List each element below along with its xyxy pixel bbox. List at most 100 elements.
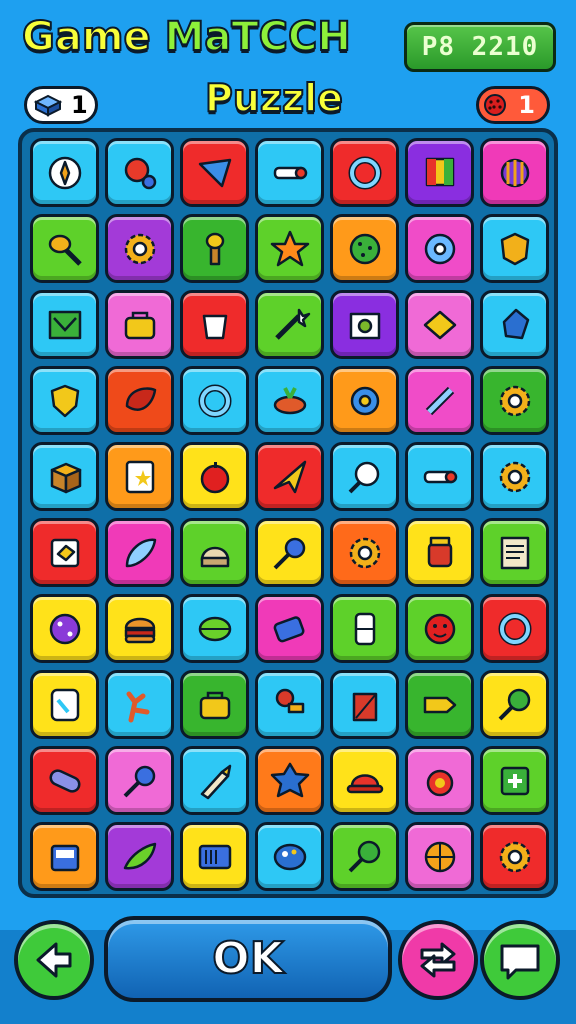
tile-cube[interactable]: [30, 442, 99, 511]
tile-tag[interactable]: [255, 594, 324, 663]
title-word-game: Game: [21, 13, 152, 61]
tile-racket[interactable]: [480, 670, 549, 739]
tile-cup[interactable]: [180, 290, 249, 359]
tile-jar[interactable]: [405, 518, 474, 587]
plus-icon: [500, 766, 529, 795]
tag-icon: [273, 615, 304, 642]
tile-apple[interactable]: [180, 442, 249, 511]
tile-ring[interactable]: [480, 594, 549, 663]
tile-cookie[interactable]: [330, 214, 399, 283]
plane-icon: [273, 460, 306, 493]
tile-frame[interactable]: [330, 290, 399, 359]
helmet-icon: [200, 546, 229, 567]
gem-icon: [33, 94, 63, 117]
tile-hat[interactable]: [330, 746, 399, 815]
chat-button[interactable]: [480, 920, 560, 1000]
tile-feather[interactable]: [105, 518, 174, 587]
tile-burger[interactable]: [105, 594, 174, 663]
tile-disc[interactable]: [405, 214, 474, 283]
tile-bomb[interactable]: [405, 746, 474, 815]
tile-phone[interactable]: [30, 670, 99, 739]
tile-capsule[interactable]: [30, 746, 99, 815]
tile-star[interactable]: [255, 214, 324, 283]
tile-arrow[interactable]: [405, 670, 474, 739]
tile-gear[interactable]: [480, 366, 549, 435]
tile-card[interactable]: [105, 442, 174, 511]
tile-flower[interactable]: [330, 366, 399, 435]
tile-box[interactable]: [30, 518, 99, 587]
robot-icon: [50, 844, 79, 871]
back-button[interactable]: [14, 920, 94, 1000]
tile-face[interactable]: [405, 594, 474, 663]
tile-coral[interactable]: [105, 670, 174, 739]
tile-racket[interactable]: [330, 822, 399, 891]
tile-radio[interactable]: [180, 822, 249, 891]
tile-torch[interactable]: [180, 214, 249, 283]
tile-compass[interactable]: [30, 138, 99, 207]
tile-palette[interactable]: [255, 822, 324, 891]
tile-helmet[interactable]: [180, 518, 249, 587]
berry-icon: [484, 94, 507, 116]
shuffle-icon: [420, 942, 456, 978]
arrow-icon: [423, 696, 456, 713]
tile-wand[interactable]: [255, 290, 324, 359]
tile-bag[interactable]: [105, 290, 174, 359]
tile-blob[interactable]: [480, 290, 549, 359]
tile-plunger[interactable]: [255, 670, 324, 739]
disc-icon: [424, 233, 455, 264]
tile-diamond[interactable]: [405, 290, 474, 359]
tile-pen[interactable]: [180, 746, 249, 815]
frame-icon: [349, 312, 380, 339]
tile-bone[interactable]: [405, 366, 474, 435]
berry-counter[interactable]: 1: [476, 86, 550, 124]
leaf-icon: [125, 386, 156, 411]
gear-icon: [499, 841, 530, 872]
tile-gear[interactable]: [480, 442, 549, 511]
tile-note[interactable]: [480, 518, 549, 587]
tile-ring[interactable]: [330, 138, 399, 207]
tile-shell[interactable]: [480, 138, 549, 207]
tile-key[interactable]: [405, 442, 474, 511]
tile-flag[interactable]: [405, 138, 474, 207]
gem-counter[interactable]: 1: [24, 86, 98, 124]
pen-icon: [200, 764, 231, 799]
tile-brick[interactable]: [330, 670, 399, 739]
tile-plus[interactable]: [480, 746, 549, 815]
tile-gear[interactable]: [105, 214, 174, 283]
tile-shield[interactable]: [30, 366, 99, 435]
tile-fruit[interactable]: [255, 366, 324, 435]
tile-cone[interactable]: [180, 138, 249, 207]
fruit-icon: [273, 386, 306, 414]
tile-key[interactable]: [255, 138, 324, 207]
tile-pin[interactable]: [255, 518, 324, 587]
tile-star6[interactable]: [255, 746, 324, 815]
score-display: P8 2210: [404, 22, 556, 72]
tile-domino[interactable]: [330, 594, 399, 663]
box-icon: [50, 538, 79, 567]
ball-icon: [124, 157, 156, 189]
tile-badge[interactable]: [480, 214, 549, 283]
ok-button[interactable]: OK: [104, 916, 392, 1002]
tile-leaf[interactable]: [105, 366, 174, 435]
tile-robot[interactable]: [30, 822, 99, 891]
card-icon: [125, 460, 154, 493]
tile-ball[interactable]: [105, 138, 174, 207]
tile-map[interactable]: [30, 290, 99, 359]
tile-basketball[interactable]: [405, 822, 474, 891]
tile-pepper[interactable]: [105, 822, 174, 891]
tile-ring[interactable]: [180, 366, 249, 435]
tile-gear[interactable]: [330, 518, 399, 587]
tile-bag[interactable]: [180, 670, 249, 739]
lollipop-icon: [348, 461, 379, 493]
tile-lollipop[interactable]: [330, 442, 399, 511]
shuffle-button[interactable]: [398, 920, 478, 1000]
map-icon: [48, 310, 81, 339]
tile-gear[interactable]: [480, 822, 549, 891]
tile-dice[interactable]: [30, 594, 99, 663]
tile-plane[interactable]: [255, 442, 324, 511]
racket-icon: [498, 688, 530, 720]
star6-icon: [270, 762, 309, 797]
tile-spoon[interactable]: [30, 214, 99, 283]
tile-melon[interactable]: [180, 594, 249, 663]
tile-pin[interactable]: [105, 746, 174, 815]
